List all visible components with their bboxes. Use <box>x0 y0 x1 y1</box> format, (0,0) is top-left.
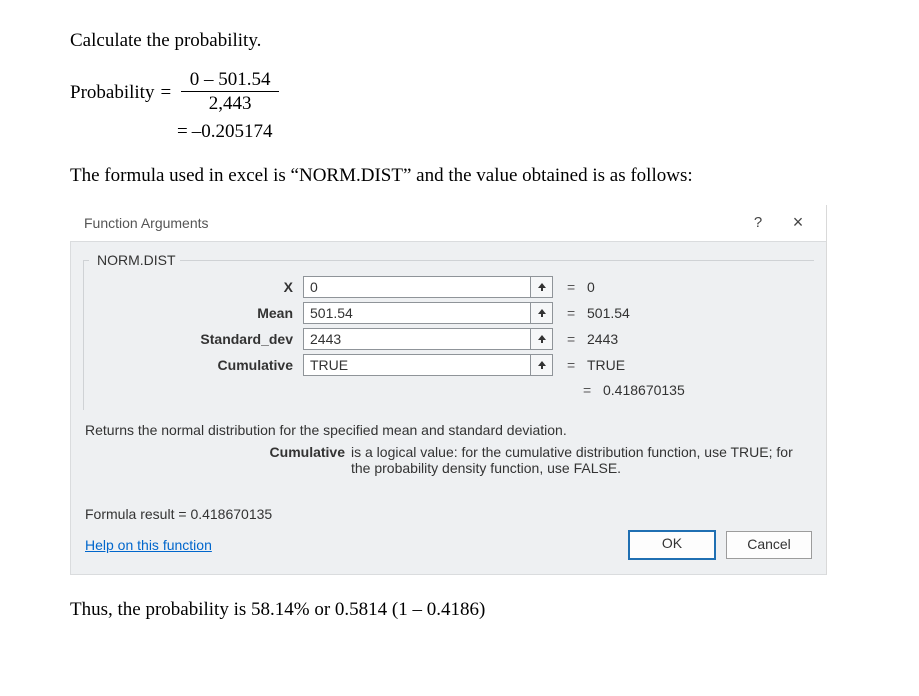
numerator: 0 – 501.54 <box>181 70 279 92</box>
formula-result-row: Formula result = 0.418670135 <box>71 486 826 536</box>
current-arg-label: Cumulative <box>85 444 351 476</box>
arg-input-mean[interactable] <box>303 302 531 324</box>
arg-label-stddev: Standard_dev <box>93 331 303 347</box>
arg-row-cumulative: Cumulative = TRUE <box>93 354 804 376</box>
dialog-title-text: Function Arguments <box>84 215 738 231</box>
cancel-button[interactable]: Cancel <box>726 531 812 559</box>
help-on-function-link[interactable]: Help on this function <box>85 537 212 553</box>
arg-input-stddev[interactable] <box>303 328 531 350</box>
arg-input-cumulative[interactable] <box>303 354 531 376</box>
arg-result-mean: 501.54 <box>587 305 630 321</box>
arg-input-x[interactable] <box>303 276 531 298</box>
fraction: 0 – 501.54 2,443 <box>181 70 279 117</box>
equals-icon: = <box>567 357 579 373</box>
arg-result-stddev: 2443 <box>587 331 618 347</box>
current-arg-description: is a logical value: for the cumulative d… <box>351 444 812 476</box>
arg-row-stddev: Standard_dev = 2443 <box>93 328 804 350</box>
equals-sign-1: = <box>160 78 171 108</box>
collapse-dialog-icon[interactable] <box>531 354 553 376</box>
dialog-titlebar: Function Arguments ? × <box>70 205 826 241</box>
equals-icon: = <box>567 305 579 321</box>
equals-icon: = <box>567 331 579 347</box>
equals-icon: = <box>567 279 579 295</box>
function-description-block: Returns the normal distribution for the … <box>71 418 826 486</box>
arg-row-mean: Mean = 501.54 <box>93 302 804 324</box>
formula-result-label: Formula result = <box>85 506 190 522</box>
arg-label-cumulative: Cumulative <box>93 357 303 373</box>
ok-button[interactable]: OK <box>628 530 716 560</box>
norm-dist-group: NORM.DIST X = 0 Mean <box>83 252 814 410</box>
arg-label-x: X <box>93 279 303 295</box>
collapse-dialog-icon[interactable] <box>531 302 553 324</box>
function-arguments-dialog: Function Arguments ? × NORM.DIST X = 0 <box>70 205 827 575</box>
arg-label-mean: Mean <box>93 305 303 321</box>
equals-sign-2: = <box>177 117 188 147</box>
prob-value: –0.205174 <box>192 117 273 147</box>
dialog-close-button[interactable]: × <box>778 212 818 233</box>
collapse-dialog-icon[interactable] <box>531 328 553 350</box>
group-legend: NORM.DIST <box>93 252 180 268</box>
prob-label: Probability <box>70 78 154 108</box>
collapse-dialog-icon[interactable] <box>531 276 553 298</box>
arg-result-cumulative: TRUE <box>587 357 625 373</box>
intro-text: Calculate the probability. <box>70 30 849 52</box>
function-result-row: = 0.418670135 <box>93 382 804 398</box>
equals-icon: = <box>583 382 595 398</box>
formula-explain: The formula used in excel is “NORM.DIST”… <box>70 165 849 187</box>
closing-text: Thus, the probability is 58.14% or 0.581… <box>70 599 849 621</box>
formula-result-value: 0.418670135 <box>190 506 272 522</box>
dialog-body: NORM.DIST X = 0 Mean <box>70 241 826 575</box>
function-description: Returns the normal distribution for the … <box>85 422 812 438</box>
probability-formula: Probability = 0 – 501.54 2,443 = –0.2051… <box>70 70 849 147</box>
dialog-help-button[interactable]: ? <box>738 214 778 231</box>
function-result-value: 0.418670135 <box>603 382 685 398</box>
denominator: 2,443 <box>205 92 256 117</box>
arg-row-x: X = 0 <box>93 276 804 298</box>
arg-result-x: 0 <box>587 279 595 295</box>
